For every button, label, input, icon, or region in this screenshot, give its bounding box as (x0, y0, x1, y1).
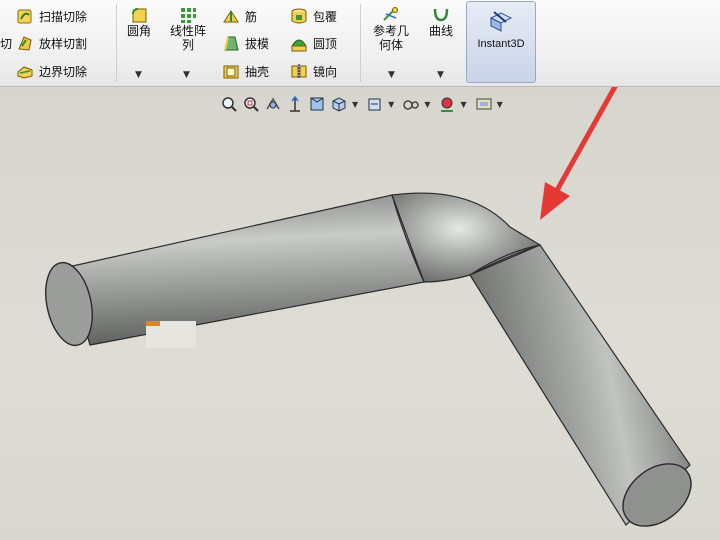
instant3d-button[interactable]: Instant3D (466, 1, 536, 83)
annotation-arrow (553, 87, 618, 194)
swept-cut-icon (16, 7, 34, 25)
fillet-dropdown-icon[interactable]: ▼ (135, 70, 142, 80)
fillet-button[interactable]: 圆角 (122, 6, 156, 38)
annotation-arrow-head-icon (540, 182, 570, 220)
linear-pattern-button[interactable]: 线性阵 列 (162, 6, 214, 52)
lofted-cut-button[interactable]: 放样切割 (16, 32, 87, 54)
mirror-button[interactable]: 镜向 (290, 60, 337, 82)
dome-button[interactable]: 圆顶 (290, 32, 337, 54)
rib-button[interactable]: 筋 (222, 5, 257, 27)
instant3d-icon (488, 10, 514, 32)
curves-icon (432, 6, 450, 24)
swept-cut-button[interactable]: 扫描切除 (16, 5, 87, 27)
draft-button[interactable]: 拔模 (222, 32, 269, 54)
curves-dropdown-icon[interactable]: ▼ (437, 70, 444, 80)
mirror-icon (290, 62, 308, 80)
wrap-icon (290, 7, 308, 25)
origin-marker-icon (146, 321, 160, 326)
reference-geometry-icon (382, 6, 400, 24)
wrap-button[interactable]: 包覆 (290, 5, 337, 27)
fillet-icon (130, 6, 148, 24)
command-manager-ribbon: 切 扫描切除 放样切割 边界切除 圆角 ▼ 线性阵 列 ▼ 筋 拔模 抽壳 包覆… (0, 0, 720, 87)
shell-button[interactable]: 抽壳 (222, 60, 269, 82)
shell-icon (222, 62, 240, 80)
dome-icon (290, 34, 308, 52)
partial-command-label[interactable]: 切 (0, 32, 12, 54)
lofted-cut-icon (16, 34, 34, 52)
reference-geometry-dropdown-icon[interactable]: ▼ (388, 70, 395, 80)
bent-tube-model[interactable] (0, 87, 720, 540)
boundary-cut-button[interactable]: 边界切除 (16, 60, 87, 82)
ribbon-separator (360, 4, 361, 82)
linear-pattern-icon (179, 6, 197, 24)
graphics-viewport[interactable]: ▼ ▼ ▼ ▼ ▼ (0, 87, 720, 540)
curves-button[interactable]: 曲线 (423, 6, 459, 38)
linear-pattern-dropdown-icon[interactable]: ▼ (183, 70, 190, 80)
reference-geometry-button[interactable]: 参考几 何体 (366, 6, 416, 52)
boundary-cut-icon (16, 62, 34, 80)
rib-icon (222, 7, 240, 25)
tube-straight-segment-1[interactable] (67, 194, 425, 346)
draft-icon (222, 34, 240, 52)
ribbon-separator (116, 4, 117, 82)
